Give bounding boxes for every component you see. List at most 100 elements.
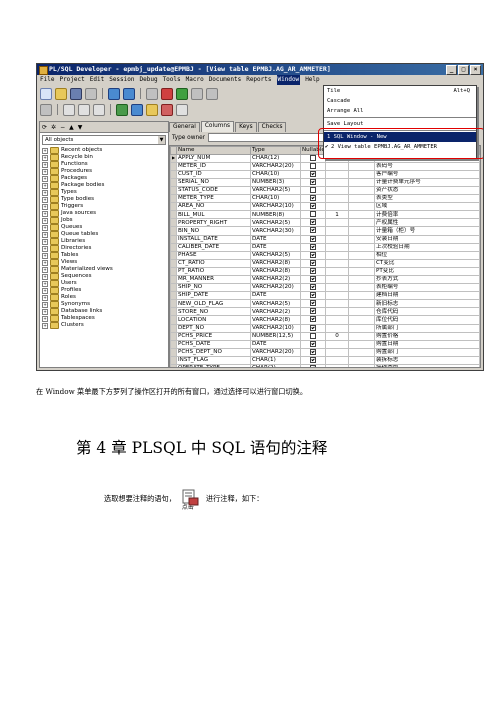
menu-window[interactable]: Window [276, 75, 301, 85]
expand-icon[interactable]: + [42, 301, 48, 308]
table-cell[interactable] [348, 299, 375, 309]
refresh-icon[interactable]: ⟳ [42, 124, 47, 131]
table-cell[interactable] [348, 364, 375, 367]
table-cell[interactable]: 上次校验日期 [374, 242, 480, 252]
table-cell[interactable]: DEPT_NO [176, 323, 251, 333]
tree-node[interactable]: + Recycle bin [42, 154, 168, 161]
nullable-checkbox[interactable] [300, 364, 326, 367]
table-cell[interactable]: 装拆标志 [374, 355, 480, 366]
table-cell[interactable]: PROPERTY_RIGHT [176, 218, 251, 228]
table-cell[interactable] [325, 283, 349, 293]
expand-icon[interactable]: + [42, 154, 48, 161]
rollback-icon[interactable] [131, 103, 143, 116]
tree-node[interactable]: + Queues [42, 224, 168, 231]
nullable-checkbox[interactable] [300, 242, 326, 252]
table-cell[interactable] [348, 266, 375, 277]
table-row[interactable]: PHASE VARCHAR2(5) 相位 [170, 250, 480, 260]
nullable-checkbox[interactable] [300, 202, 326, 212]
commit-icon[interactable] [116, 103, 128, 116]
object-filter-select[interactable]: All objects ▼ [42, 135, 166, 145]
table-cell[interactable]: NUMBER(12,5) [250, 331, 301, 341]
nullable-checkbox[interactable] [300, 299, 326, 309]
redo-icon[interactable] [123, 87, 135, 100]
table-cell[interactable]: PT变比 [374, 266, 480, 277]
table-cell[interactable]: VARCHAR2(20) [250, 161, 301, 171]
tree-node[interactable]: + Database links [42, 308, 168, 315]
chevron-down-icon[interactable]: ▼ [158, 136, 165, 144]
table-cell[interactable] [348, 307, 375, 317]
close-icon[interactable]: × [470, 65, 481, 75]
tab-checks[interactable]: Checks [257, 122, 287, 132]
table-cell[interactable] [348, 161, 375, 171]
find-icon[interactable] [146, 87, 158, 100]
window-menu-item[interactable]: Cascade [324, 96, 476, 106]
tree-node[interactable]: + Packages [42, 175, 168, 182]
tree-node[interactable]: + Queue tables [42, 231, 168, 238]
tree-node[interactable]: + Directories [42, 245, 168, 252]
tree-node[interactable]: + Libraries [42, 238, 168, 245]
nullable-checkbox[interactable] [300, 177, 326, 187]
table-cell[interactable]: 产权属性 [374, 218, 480, 228]
table-cell[interactable] [348, 202, 375, 212]
checkbox-icon[interactable] [310, 333, 316, 339]
expand-icon[interactable]: + [42, 189, 48, 196]
table-row[interactable]: INST_FLAG CHAR(1) 装拆标志 [170, 355, 480, 366]
table-cell[interactable]: 0 [325, 331, 349, 341]
table-cell[interactable]: 计费倍率 [374, 210, 480, 220]
table-cell[interactable]: APPLY_NUM [176, 153, 251, 163]
checkbox-icon[interactable] [310, 349, 316, 355]
table-cell[interactable]: PHASE [176, 250, 251, 260]
tab-columns[interactable]: Columns [200, 121, 235, 132]
checkbox-icon[interactable] [310, 292, 316, 299]
tab-general[interactable]: General [169, 122, 200, 132]
checkbox-icon[interactable] [310, 316, 316, 323]
search-icon[interactable] [40, 103, 52, 116]
menu-file[interactable]: File [40, 75, 54, 85]
table-cell[interactable] [348, 347, 375, 357]
table-row[interactable]: PROPERTY_RIGHT VARCHAR2(5) 产权属性 [170, 218, 480, 228]
tree-node[interactable]: + Roles [42, 294, 168, 301]
table-row[interactable]: PCHS_DEPT_NO VARCHAR2(20) 购置部门 [170, 347, 480, 357]
menu-documents[interactable]: Documents [209, 75, 242, 85]
column-header[interactable]: Type [250, 146, 301, 155]
tree-node[interactable]: + Views [42, 259, 168, 266]
table-row[interactable]: METER_ID VARCHAR2(20) 表码号 [170, 161, 480, 171]
table-row[interactable]: PCHS_PRICE NUMBER(12,5) 0 购置价格 [170, 331, 480, 341]
table-cell[interactable]: 相位 [374, 250, 480, 260]
table-cell[interactable]: 抄表方式 [374, 274, 480, 285]
table-row[interactable]: SHIP_NO VARCHAR2(20) 表柜编号 [170, 283, 480, 293]
table-cell[interactable]: VARCHAR2(10) [250, 202, 301, 212]
table-cell[interactable]: STORE_NO [176, 307, 251, 317]
expand-icon[interactable]: + [42, 238, 48, 245]
table-cell[interactable] [325, 194, 349, 204]
table-cell[interactable] [348, 234, 375, 244]
expand-icon[interactable]: + [42, 147, 48, 154]
tree-node[interactable]: + Functions [42, 161, 168, 168]
table-cell[interactable] [348, 210, 375, 220]
table-cell[interactable] [348, 331, 375, 341]
checkbox-icon[interactable] [310, 203, 316, 210]
expand-icon[interactable]: + [42, 294, 48, 301]
table-row[interactable]: STATUS_CODE VARCHAR2(5) 资产状态 [170, 185, 480, 196]
table-cell[interactable] [325, 291, 349, 301]
table-cell[interactable] [348, 226, 375, 236]
table-cell[interactable]: 安装日期 [374, 234, 480, 244]
table-row[interactable]: STORE_NO VARCHAR2(2) 仓库代码 [170, 307, 480, 317]
table-cell[interactable] [325, 242, 349, 252]
expand-icon[interactable]: + [42, 168, 48, 175]
tool-icon[interactable] [93, 103, 105, 116]
undo-icon[interactable] [108, 87, 120, 100]
table-cell[interactable]: CHAR(10) [250, 194, 301, 204]
tree-node[interactable]: + Recent objects [42, 147, 168, 154]
nullable-checkbox[interactable] [300, 194, 326, 204]
table-cell[interactable]: PT_RATIO [176, 266, 251, 277]
table-cell[interactable] [325, 258, 349, 268]
table-cell[interactable]: 1 [325, 210, 349, 220]
table-cell[interactable]: VARCHAR2(30) [250, 226, 301, 236]
help-icon[interactable] [176, 103, 188, 116]
expand-icon[interactable]: + [42, 259, 48, 266]
table-cell[interactable] [348, 194, 375, 204]
table-cell[interactable]: STATUS_CODE [176, 185, 251, 196]
table-cell[interactable] [348, 258, 375, 268]
tree-node[interactable]: + Type bodies [42, 196, 168, 203]
